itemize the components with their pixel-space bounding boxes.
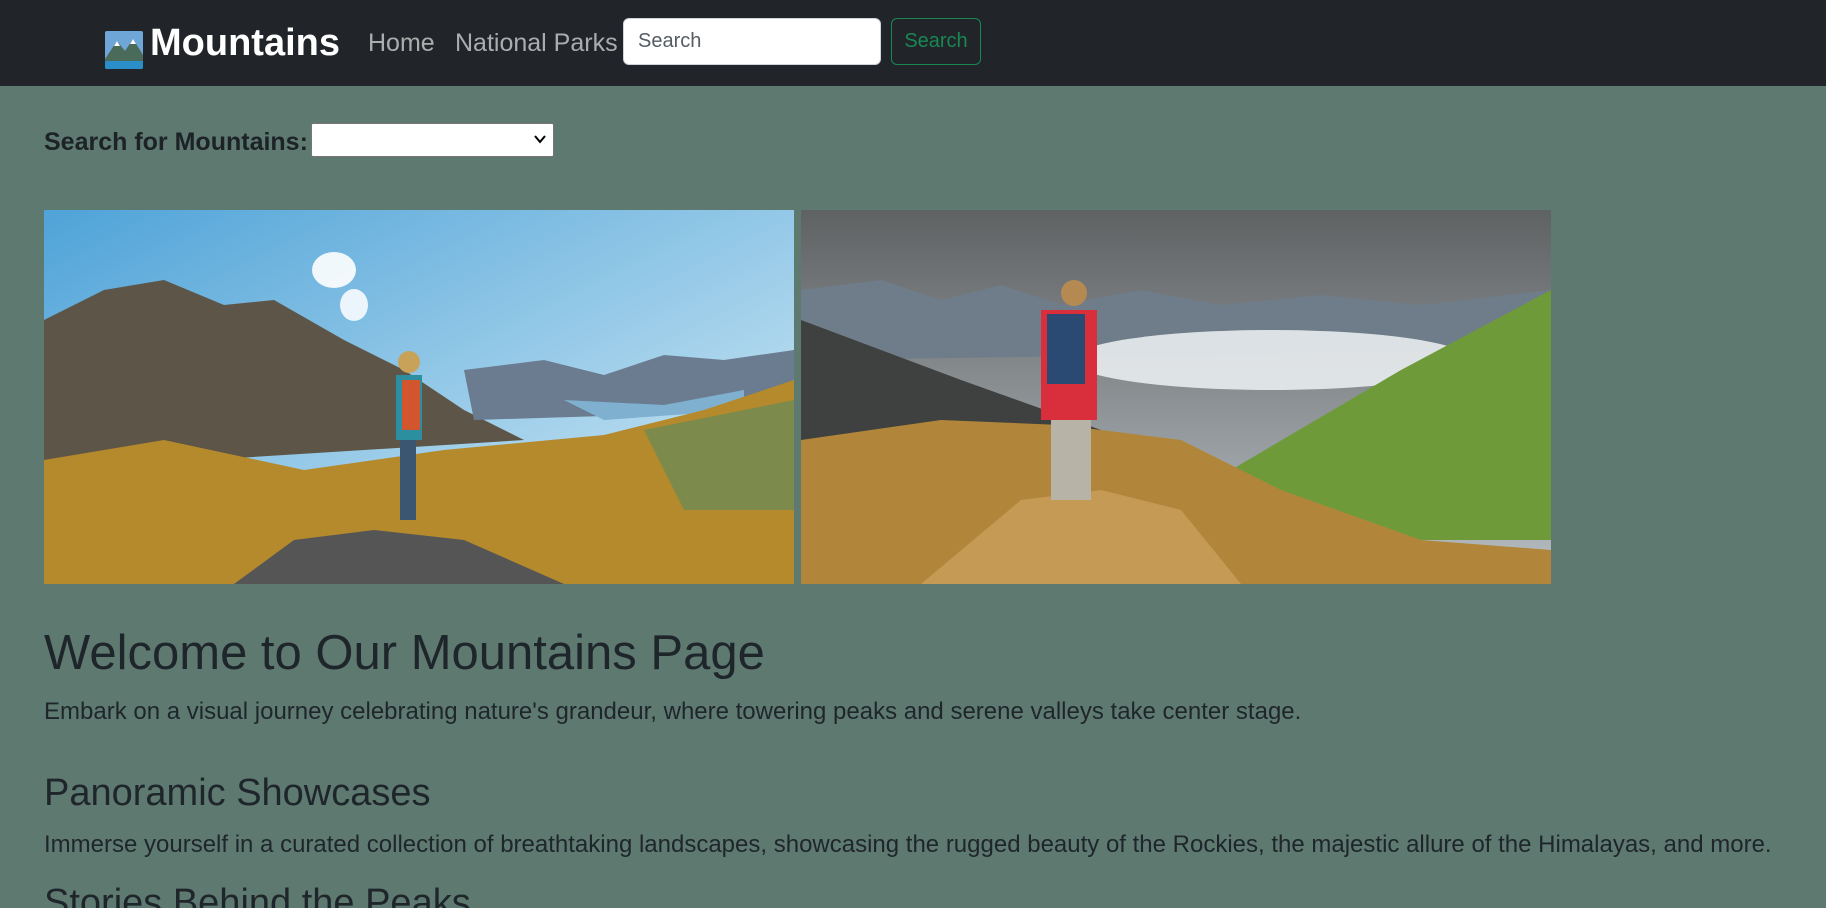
mountain-photo-hikers-ridge <box>801 210 1551 584</box>
intro-text: Embark on a visual journey celebrating n… <box>44 698 1302 725</box>
section-heading-panoramic: Panoramic Showcases <box>44 772 431 814</box>
chevron-down-icon <box>534 135 546 144</box>
search-button[interactable]: Search <box>891 18 981 65</box>
navbar: Mountains Home National Parks Search <box>0 0 1826 86</box>
section-heading-stories: Stories Behind the Peaks <box>44 882 471 908</box>
nav-link-home[interactable]: Home <box>368 26 435 60</box>
mountain-photo-hiker-lake <box>44 210 794 584</box>
section-text-panoramic: Immerse yourself in a curated collection… <box>44 831 1772 858</box>
nav-link-national-parks[interactable]: National Parks <box>455 26 618 60</box>
brand-name[interactable]: Mountains <box>150 20 340 66</box>
mountain-search-label: Search for Mountains: <box>44 128 308 156</box>
mountain-select[interactable] <box>311 123 554 157</box>
brand-logo-icon[interactable] <box>105 31 143 69</box>
search-input[interactable] <box>623 18 881 65</box>
page-title: Welcome to Our Mountains Page <box>44 626 765 680</box>
